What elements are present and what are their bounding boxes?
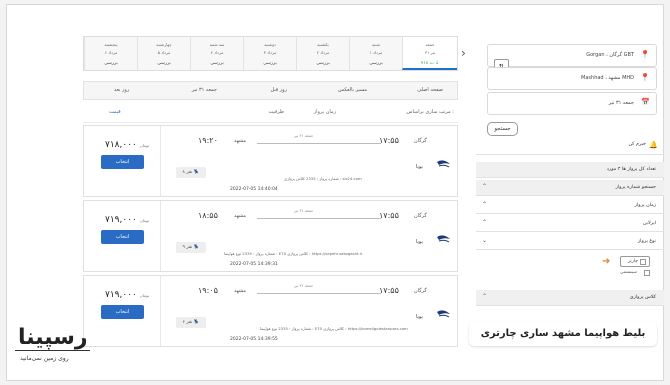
- seat-icon: 💺: [193, 320, 200, 325]
- reverse-route-link[interactable]: مسیر بالعکس: [338, 87, 367, 93]
- flight-price: ۷۱۸,۰۰۰ تومان: [105, 140, 150, 150]
- timestamp: 2022-07-05 14:39:31: [230, 262, 278, 267]
- flight-price: ۷۱۹,۰۰۰ تومان: [105, 290, 150, 300]
- date-bar: پنجشنبه ۶ مرداد بررسی چهارشنبه ۵ مرداد بررسی…: [83, 36, 458, 71]
- airline-logo-icon: [437, 235, 450, 243]
- location-pin-icon: 📍: [640, 50, 650, 59]
- airline-name: پویا: [416, 164, 423, 170]
- origin-field[interactable]: Gorgan ، گرگان GBT 📍: [487, 44, 657, 67]
- navigation-bar: صفحه اصلی مسیر بالعکس روز قبل جمعه ۳۱ تی…: [83, 81, 458, 100]
- airline-logo-icon: [437, 160, 450, 168]
- airline-logo-icon: [437, 310, 450, 318]
- location-pin-icon: 📍: [640, 73, 650, 82]
- filter-flight-number[interactable]: جستجو شماره پرواز ⌃: [476, 180, 664, 196]
- destination-field[interactable]: Mashhad ، مشهد MHD 📍: [487, 67, 657, 90]
- sort-price[interactable]: قیمت: [109, 109, 121, 115]
- airline-name: پویا: [416, 239, 423, 245]
- date-cell-6[interactable]: پنجشنبه ۶ مرداد بررسی: [84, 37, 137, 70]
- chevron-right-icon[interactable]: ›: [461, 46, 466, 60]
- charter-checkbox[interactable]: چارتر: [620, 256, 650, 267]
- chevron-down-icon: ⌄: [482, 237, 488, 244]
- chevron-up-icon: ⌃: [482, 219, 488, 226]
- seat-icon: 💺: [193, 170, 200, 175]
- flight-info: شماره پرواز : 2335 کلاس پروازی : siz24.c…: [284, 176, 362, 181]
- flight-date: جمعه ۳۱ تیر: [294, 283, 314, 288]
- arrival-time: ۱۹:۲۰: [198, 136, 218, 145]
- home-link[interactable]: صفحه اصلی: [417, 87, 443, 93]
- flight-card: ۷۱۸,۰۰۰ تومان انتخاب ۱۷:۵۵ گرگان جمعه ۳۱…: [83, 125, 458, 197]
- flight-card: ۷۱۹,۰۰۰ تومان انتخاب ۱۷:۵۵ گرگان جمعه ۳۱…: [83, 275, 458, 347]
- flight-date: جمعه ۳۱ تیر: [294, 208, 314, 213]
- flight-info: شماره پرواز : 2335 نوع هواپیما : E70 کلا…: [260, 326, 408, 331]
- checkbox-icon: [640, 259, 646, 265]
- seats-badge: ۶ نفر 💺: [176, 317, 206, 328]
- filter-flight-class[interactable]: کلاس پروازی ⌃: [476, 290, 664, 306]
- flight-date: جمعه ۳۱ تیر: [294, 133, 314, 138]
- seats-badge: ۸ نفر 💺: [176, 167, 206, 178]
- seat-icon: 💺: [193, 245, 200, 250]
- arrival-city: مشهد: [234, 288, 247, 294]
- search-button[interactable]: جستجو: [487, 122, 518, 136]
- date-field[interactable]: جمعه ۳۱ تیر 📅: [487, 92, 657, 115]
- arrival-city: مشهد: [234, 138, 247, 144]
- date-cell-1[interactable]: شنبه ۱ مرداد بررسی: [349, 37, 402, 70]
- bell-icon: 🔔: [649, 141, 658, 149]
- sort-flight-time[interactable]: زمان پرواز: [314, 109, 336, 115]
- date-cell-3[interactable]: دوشنبه ۳ مرداد بررسی: [243, 37, 296, 70]
- prev-day-link[interactable]: روز قبل: [270, 87, 287, 93]
- airline-name: پویا: [416, 314, 423, 320]
- departure-time: ۱۷:۵۵: [379, 286, 399, 295]
- flight-card: ۷۱۹,۰۰۰ تومان انتخاب ۱۷:۵۵ گرگان جمعه ۳۱…: [83, 200, 458, 272]
- sort-options: مرتب سازی براساس : زمان پرواز ظرفیت قیمت: [83, 103, 458, 123]
- flight-info: شماره پرواز : 2335 نوع هواپیما : E70 کلا…: [224, 251, 363, 256]
- select-button[interactable]: انتخاب: [101, 230, 144, 244]
- timestamp: 2022-07-05 14:40:04: [230, 187, 278, 192]
- chevron-up-icon: ⌃: [482, 183, 488, 190]
- departure-time: ۱۷:۵۵: [379, 136, 399, 145]
- page-caption: بلیط هواپیما مشهد ساری چارتری: [469, 322, 657, 346]
- select-button[interactable]: انتخاب: [101, 305, 144, 319]
- arrival-city: مشهد: [234, 213, 247, 219]
- brand-tagline: روی زمین نمی‌مانید: [20, 355, 69, 362]
- chevron-up-icon: ⌃: [482, 293, 488, 300]
- alert-row[interactable]: خبرم کن 🔔: [476, 137, 664, 155]
- arrival-time: ۱۹:۰۵: [198, 286, 218, 295]
- calendar-icon: 📅: [641, 98, 650, 106]
- date-cell-0[interactable]: جمعه ۳۱ تیر ۷۱۸ ت ↓: [402, 37, 457, 70]
- chevron-up-icon: ⌃: [482, 201, 488, 208]
- timestamp: 2022-07-05 14:39:55: [230, 337, 278, 342]
- system-checkbox[interactable]: سیستمی: [620, 270, 650, 276]
- filter-flight-time[interactable]: زمان پرواز ⌃: [476, 198, 664, 214]
- select-button[interactable]: انتخاب: [101, 155, 144, 169]
- brand-logo: رسپینا: [18, 325, 89, 350]
- flight-price: ۷۱۹,۰۰۰ تومان: [105, 215, 150, 225]
- arrival-time: ۱۸:۵۵: [198, 211, 218, 220]
- sort-label: مرتب سازی براساس :: [406, 109, 454, 115]
- date-cell-2[interactable]: یکشنبه ۲ مرداد بررسی: [296, 37, 349, 70]
- seats-badge: ۹ نفر 💺: [176, 242, 206, 253]
- date-cell-5[interactable]: چهارشنبه ۵ مرداد بررسی: [137, 37, 190, 70]
- total-count: تعداد کل پرواز ها ۴ مورد: [476, 162, 664, 178]
- sort-capacity[interactable]: ظرفیت: [268, 109, 284, 115]
- arrow-right-icon: ➜: [602, 256, 611, 267]
- filter-flight-type[interactable]: نوع پرواز ⌄: [476, 234, 664, 250]
- departure-city: گرگان: [414, 288, 427, 294]
- filter-airline[interactable]: ایرلاین ⌃: [476, 216, 664, 232]
- departure-city: گرگان: [414, 213, 427, 219]
- departure-time: ۱۷:۵۵: [379, 211, 399, 220]
- next-day-link[interactable]: روز بعد: [114, 87, 129, 93]
- departure-city: گرگان: [414, 138, 427, 144]
- date-cell-4[interactable]: سه شنبه ۴ مرداد بررسی: [190, 37, 243, 70]
- current-date: جمعه ۳۱ تیر: [191, 87, 217, 93]
- checkbox-icon: [644, 270, 650, 276]
